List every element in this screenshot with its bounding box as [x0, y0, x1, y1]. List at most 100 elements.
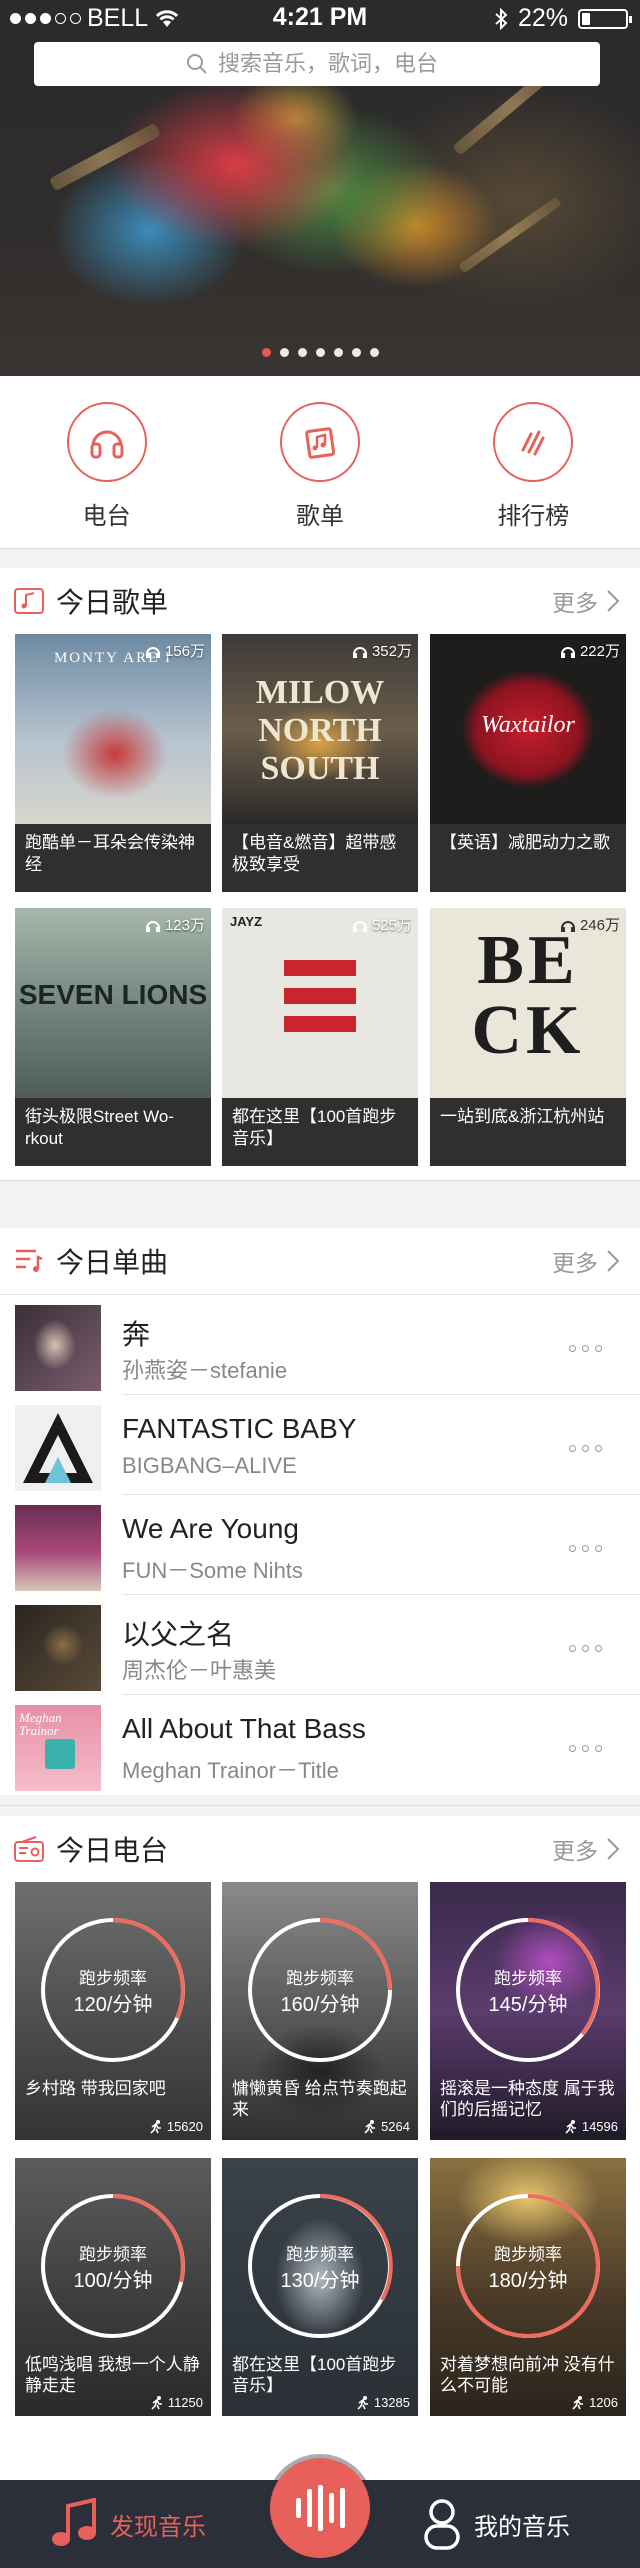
- category-label: 电台: [82, 503, 131, 530]
- rate-label: 跑步频率: [79, 2245, 147, 2264]
- song-artist: FUN－Some Nihts: [122, 1558, 303, 1583]
- bpm-value: 120/分钟: [73, 1994, 153, 2016]
- more-options-icon[interactable]: [569, 1345, 602, 1352]
- cover-title: MILOW NORTH SOUTH: [255, 674, 385, 787]
- hero-banner[interactable]: BELL 4:21 PM 22%: [0, 0, 640, 376]
- pager-dot[interactable]: [279, 348, 289, 357]
- runner-count: 1206: [571, 2395, 618, 2410]
- play-count: 246万: [560, 914, 620, 935]
- bpm-value: 145/分钟: [488, 1994, 568, 2016]
- equalizer-bar: [295, 2498, 301, 2518]
- song-row[interactable]: 以父之名 周杰伦－叶惠美: [0, 1595, 640, 1695]
- song-row[interactable]: 奔 孙燕姿－stefanie: [0, 1295, 640, 1395]
- playlists-grid: MONTY ARE I 156万 跑酷单－耳朵会传染神经 MILOW NORTH…: [0, 634, 640, 1180]
- radio-card[interactable]: 跑步频率 160/分钟 慵懒黄昏 给点节奏跑起来 5264: [222, 1882, 418, 2140]
- playlist-cover: JAYZ: [222, 908, 418, 1098]
- playlist-caption: 都在这里【100首跑步音乐】: [232, 1107, 397, 1148]
- equalizer-bar: [306, 2489, 312, 2527]
- pager-dot[interactable]: [333, 348, 343, 357]
- playlist-cover: Waxtailor: [430, 634, 626, 824]
- radio-caption: 低鸣浅唱 我想一个人静静走走: [25, 2355, 200, 2395]
- playlists-more-link[interactable]: 更多: [552, 584, 598, 618]
- headphones-icon: [145, 646, 160, 658]
- category-chart[interactable]: 排行榜: [427, 376, 640, 548]
- runner-count-value: 13285: [373, 2395, 410, 2410]
- songs-header: 今日单曲 更多: [0, 1228, 640, 1294]
- radios-more-link[interactable]: 更多: [552, 1832, 598, 1866]
- chevron-right-icon[interactable]: [606, 1249, 620, 1273]
- tab-discover[interactable]: 发现音乐: [50, 2480, 206, 2568]
- song-row[interactable]: Meghan Trainor All About That Bass Megha…: [0, 1695, 640, 1795]
- music-note-icon: [52, 2498, 96, 2546]
- playlist-caption: 跑酷单－耳朵会传染神经: [25, 833, 195, 874]
- more-options-icon[interactable]: [569, 1445, 602, 1452]
- more-options-icon[interactable]: [569, 1745, 602, 1752]
- pager-dot[interactable]: [351, 348, 361, 357]
- more-options-icon[interactable]: [569, 1545, 602, 1552]
- runner-count: 13285: [356, 2395, 410, 2410]
- radios-grid: 跑步频率 120/分钟 乡村路 带我回家吧 15620 跑步频率 160/分钟 …: [0, 1882, 640, 2480]
- pager-dot[interactable]: [261, 348, 271, 357]
- song-title: FANTASTIC BABY: [122, 1413, 357, 1444]
- headphones-icon: [560, 920, 575, 932]
- runner-count-value: 5264: [381, 2119, 410, 2134]
- playlist-card[interactable]: Waxtailor 222万 【英语】减肥动力之歌: [430, 634, 626, 892]
- search-input[interactable]: [218, 51, 448, 77]
- divider: [0, 548, 640, 549]
- playlist-card[interactable]: SEVEN LIONS 123万 街头极限Street Wo-rkout: [15, 908, 211, 1166]
- section-title: 今日歌单: [56, 587, 169, 618]
- category-nav: 电台 歌单 排行榜: [0, 376, 640, 548]
- play-count-value: 222万: [579, 643, 620, 660]
- playlist-caption: 街头极限Street Wo-rkout: [25, 1107, 174, 1148]
- battery-icon: [578, 8, 632, 29]
- rate-label: 跑步频率: [494, 1969, 562, 1988]
- bluetooth-icon: [495, 7, 508, 30]
- category-radio[interactable]: 电台: [0, 376, 213, 548]
- playlist-caption: 【英语】减肥动力之歌: [440, 833, 610, 852]
- more-options-icon[interactable]: [569, 1645, 602, 1652]
- radio-card[interactable]: 跑步频率 145/分钟 摇滚是一种态度 属于我们的后摇记忆 14596: [430, 1882, 626, 2140]
- category-playlist[interactable]: 歌单: [213, 376, 426, 548]
- song-title: We Are Young: [122, 1513, 299, 1544]
- rate-label: 跑步频率: [79, 1969, 147, 1988]
- bpm-value: 130/分钟: [280, 2270, 360, 2292]
- songs-more-link[interactable]: 更多: [552, 1244, 598, 1278]
- song-artist: Meghan Trainor－Title: [122, 1758, 339, 1783]
- play-count-value: 156万: [164, 643, 205, 660]
- radio-caption: 对着梦想向前冲 没有什么不可能: [440, 2355, 615, 2395]
- song-row[interactable]: We Are Young FUN－Some Nihts: [0, 1495, 640, 1595]
- playlist-card[interactable]: BECK 246万 一站到底&浙江杭州站: [430, 908, 626, 1166]
- pager-dot[interactable]: [315, 348, 325, 357]
- runner-count-value: 15620: [166, 2119, 203, 2134]
- chevron-right-icon[interactable]: [606, 1837, 620, 1861]
- headphones-icon: [66, 402, 147, 482]
- radio-card[interactable]: 跑步频率 100/分钟 低鸣浅唱 我想一个人静静走走 11250: [15, 2158, 211, 2416]
- playlist-cover: SEVEN LIONS: [15, 908, 211, 1098]
- pager-dot[interactable]: [369, 348, 379, 357]
- chevron-right-icon[interactable]: [606, 589, 620, 613]
- equalizer-bar: [339, 2488, 345, 2528]
- search-bar[interactable]: [34, 42, 600, 86]
- song-artist: BIGBANG–ALIVE: [122, 1453, 297, 1478]
- headphones-icon: [352, 920, 367, 932]
- playlist-card[interactable]: MONTY ARE I 156万 跑酷单－耳朵会传染神经: [15, 634, 211, 892]
- playlist-cover: BECK: [430, 908, 626, 1098]
- radio-caption: 都在这里【100首跑步音乐】: [232, 2355, 397, 2395]
- playlist-caption: 【电音&燃音】超带感极致享受: [232, 833, 397, 874]
- play-count: 352万: [352, 640, 412, 661]
- runner-count-value: 11250: [167, 2395, 203, 2410]
- radio-card[interactable]: 跑步频率 120/分钟 乡村路 带我回家吧 15620: [15, 1882, 211, 2140]
- search-icon: [187, 54, 207, 74]
- banner-pager: [0, 348, 640, 357]
- category-label: 歌单: [295, 503, 344, 530]
- playlist-card[interactable]: JAYZ 525万 都在这里【100首跑步音乐】: [222, 908, 418, 1166]
- now-playing-button[interactable]: [270, 2458, 370, 2558]
- radio-card[interactable]: 跑步频率 130/分钟 都在这里【100首跑步音乐】 13285: [222, 2158, 418, 2416]
- playlist-card[interactable]: MILOW NORTH SOUTH 352万 【电音&燃音】超带感极致享受: [222, 634, 418, 892]
- radio-card[interactable]: 跑步频率 180/分钟 对着梦想向前冲 没有什么不可能 1206: [430, 2158, 626, 2416]
- pager-dot[interactable]: [297, 348, 307, 357]
- song-row[interactable]: FANTASTIC BABY BIGBANG–ALIVE: [0, 1395, 640, 1495]
- tab-my-music[interactable]: 我的音乐: [422, 2480, 570, 2568]
- runner-count: 15620: [149, 2119, 203, 2134]
- radio-caption: 摇滚是一种态度 属于我们的后摇记忆: [440, 2079, 615, 2119]
